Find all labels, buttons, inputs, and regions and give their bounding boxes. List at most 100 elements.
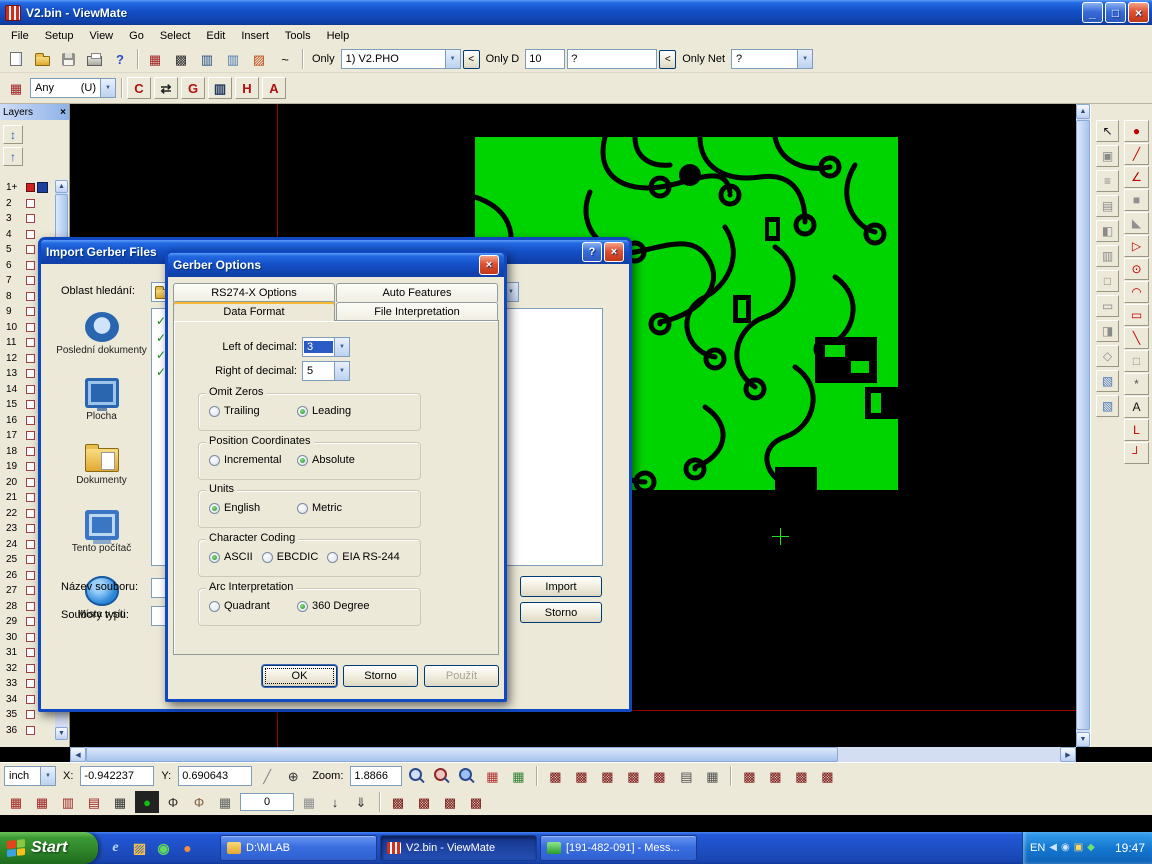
scrollbar-track[interactable] xyxy=(838,747,1060,762)
units-select[interactable]: inch ▼ xyxy=(4,766,56,786)
draw-tool-button[interactable]: ■ xyxy=(1124,189,1149,211)
layer-color-chip[interactable] xyxy=(26,307,35,316)
radio-option[interactable]: Absolute xyxy=(297,454,385,466)
layer-color-chip[interactable] xyxy=(26,617,35,626)
layer-color-chip[interactable] xyxy=(26,540,35,549)
only-layer-label[interactable]: Only xyxy=(308,53,339,65)
highlight-tool-button[interactable]: ▦ xyxy=(213,791,237,813)
layer-color-chip[interactable] xyxy=(26,555,35,564)
grid-tool-button[interactable]: ▦ xyxy=(30,791,54,813)
dialog-close-button[interactable]: × xyxy=(604,242,624,262)
tab[interactable]: Data Format xyxy=(173,301,335,321)
draw-tool-button[interactable]: □ xyxy=(1124,350,1149,372)
layer-row[interactable]: 36 xyxy=(0,723,55,739)
layer-color-chip[interactable] xyxy=(26,679,35,688)
layer-color-chip[interactable] xyxy=(26,354,35,363)
minimize-button[interactable]: _ xyxy=(1082,2,1103,23)
language-indicator[interactable]: EN xyxy=(1030,842,1045,854)
layer-reorder-button[interactable]: ↕ xyxy=(3,125,23,144)
scroll-down-icon[interactable]: ▼ xyxy=(55,727,68,740)
clock[interactable]: 19:47 xyxy=(1115,841,1145,855)
maximize-button[interactable]: □ xyxy=(1105,2,1126,23)
radio-option[interactable]: 360 Degree xyxy=(297,600,385,612)
layer-color-chip[interactable] xyxy=(26,199,35,208)
aperture-tool-button[interactable]: H xyxy=(235,77,259,99)
layer-color-chip[interactable] xyxy=(26,183,35,192)
tray-icon[interactable]: ◉ xyxy=(1061,843,1070,853)
draw-tool-button[interactable]: * xyxy=(1124,373,1149,395)
aperture-tool-button[interactable]: A xyxy=(262,77,286,99)
active-layer-select[interactable]: 1) V2.PHO ▼ xyxy=(341,49,461,69)
edit-tool-button[interactable]: ◨ xyxy=(1096,320,1119,342)
aperture-tool-button[interactable]: G xyxy=(181,77,205,99)
left-of-decimal-select[interactable]: 3 ▼ xyxy=(302,337,350,357)
grid-tool-button[interactable]: ▤ xyxy=(82,791,106,813)
start-button[interactable]: Start xyxy=(0,832,98,864)
layer-color-chip[interactable] xyxy=(26,462,35,471)
vertical-scrollbar[interactable]: ▲ ▼ xyxy=(1076,104,1090,747)
edit-tool-button[interactable]: ▤ xyxy=(1096,195,1119,217)
pattern-tool-button[interactable]: ▩ xyxy=(386,791,410,813)
tray-icon[interactable]: ◆ xyxy=(1087,843,1095,853)
scroll-up-icon[interactable]: ▲ xyxy=(1076,104,1090,119)
edit-tool-button[interactable]: ↖ xyxy=(1096,120,1119,142)
menu-item[interactable]: Insert xyxy=(233,27,277,45)
layer-color-chip[interactable] xyxy=(26,726,35,735)
places-bar-item[interactable]: Plocha xyxy=(53,374,150,440)
horizontal-scrollbar[interactable]: ◀ ▶ xyxy=(70,747,1076,762)
display-option-button[interactable]: ▦ xyxy=(700,765,724,787)
layer-row[interactable]: 2 xyxy=(0,196,55,212)
save-file-button[interactable] xyxy=(56,48,80,70)
aperture-tool-button[interactable]: ▥ xyxy=(208,77,232,99)
context-help-button[interactable]: ? xyxy=(108,48,132,70)
radio-option[interactable]: English xyxy=(209,502,297,514)
layer-color-chip[interactable] xyxy=(26,245,35,254)
print-button[interactable] xyxy=(82,48,106,70)
measure-tool-button[interactable]: ⊕ xyxy=(281,765,305,787)
pattern-tool-button[interactable]: ▩ xyxy=(438,791,462,813)
places-bar-item[interactable]: Tento počítač xyxy=(53,506,150,572)
display-mode-button[interactable]: ▩ xyxy=(763,765,787,787)
layer-color-chip[interactable] xyxy=(26,478,35,487)
edit-tool-button[interactable]: ≡ xyxy=(1096,170,1119,192)
cancel-button[interactable]: Storno xyxy=(520,602,602,623)
radio-option[interactable]: EBCDIC xyxy=(262,551,319,563)
edit-tool-button[interactable]: ▧ xyxy=(1096,370,1119,392)
layer-color-chip[interactable] xyxy=(26,524,35,533)
only-net-label[interactable]: Only Net xyxy=(678,53,729,65)
dropdown-arrow-icon[interactable]: ▼ xyxy=(100,79,115,97)
radio-option[interactable]: ASCII xyxy=(209,551,253,563)
right-of-decimal-select[interactable]: 5 ▼ xyxy=(302,361,350,381)
display-mode-button[interactable]: ▩ xyxy=(815,765,839,787)
toolbar-icon-button[interactable]: ▦ xyxy=(4,77,28,99)
gerber-options-titlebar[interactable]: Gerber Options × xyxy=(168,253,504,277)
layer-color-chip[interactable] xyxy=(26,493,35,502)
draw-tool-button[interactable]: ⊙ xyxy=(1124,258,1149,280)
dropdown-arrow-icon[interactable]: ▼ xyxy=(445,50,460,68)
pattern-tool-button[interactable]: ▩ xyxy=(412,791,436,813)
toolbar-icon-button[interactable]: ▦ xyxy=(143,48,167,70)
draw-tool-button[interactable]: ◣ xyxy=(1124,212,1149,234)
dropdown-arrow-icon[interactable]: ▼ xyxy=(334,362,349,380)
layer-color-chip[interactable] xyxy=(26,586,35,595)
scroll-down-icon[interactable]: ▼ xyxy=(1076,732,1090,747)
display-mode-button[interactable]: ▩ xyxy=(647,765,671,787)
dialog-help-button[interactable]: ? xyxy=(582,242,602,262)
menu-item[interactable]: Go xyxy=(121,27,152,45)
grid-view-button[interactable]: ▦ xyxy=(506,765,530,787)
taskbar-task-button[interactable]: [191-482-091] - Mess... xyxy=(540,835,697,861)
only-dcode-label[interactable]: Only D xyxy=(482,53,524,65)
layer-move-up-button[interactable]: ↑ xyxy=(3,147,23,166)
layer-color-chip[interactable] xyxy=(26,385,35,394)
layer-color-chip[interactable] xyxy=(26,214,35,223)
rotation-value-box[interactable]: 0 xyxy=(240,793,294,811)
radio-option[interactable]: Quadrant xyxy=(209,600,297,612)
edit-tool-button[interactable]: ▣ xyxy=(1096,145,1119,167)
scrollbar-thumb[interactable] xyxy=(86,747,838,762)
draw-tool-button[interactable]: ┘ xyxy=(1124,442,1149,464)
menu-item[interactable]: Help xyxy=(319,27,358,45)
snap-tool-button[interactable]: ▦ xyxy=(297,791,321,813)
dcode-input[interactable] xyxy=(525,49,565,69)
draw-tool-button[interactable]: ╱ xyxy=(1124,143,1149,165)
display-mode-button[interactable]: ▩ xyxy=(737,765,761,787)
